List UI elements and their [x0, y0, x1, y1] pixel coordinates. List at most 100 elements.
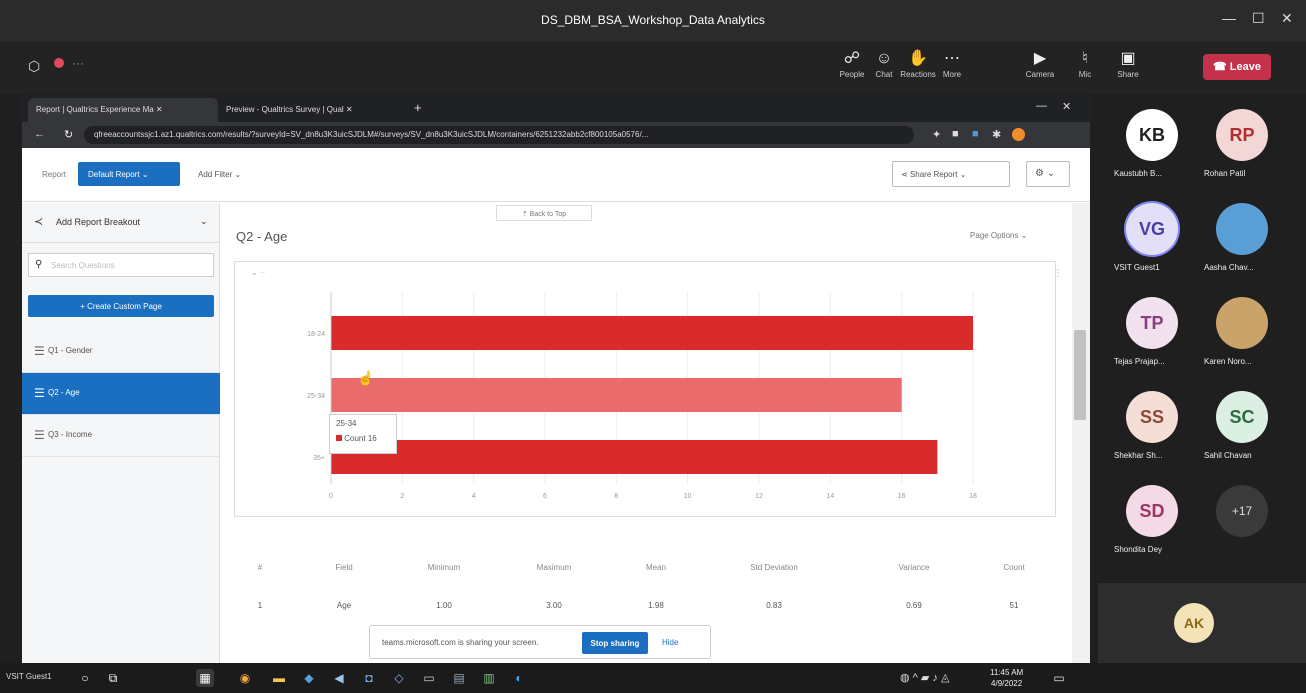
list-icon: ☰: [34, 386, 45, 400]
extension-icon[interactable]: ■: [952, 128, 959, 140]
address-bar[interactable]: qfreeaccountssjc1.az1.qualtrics.com/resu…: [84, 126, 914, 144]
edge-icon[interactable]: ◐: [510, 669, 528, 687]
question-item[interactable]: ☰ Q1 - Gender: [22, 331, 220, 373]
question-item[interactable]: ☰ Q2 - Age: [22, 373, 220, 415]
share-report-button[interactable]: ⋖ Share Report ⌄: [892, 161, 1010, 187]
participant-name: Karen Noro...: [1204, 357, 1252, 366]
more-button[interactable]: ⋯ More: [930, 48, 974, 79]
reload-icon[interactable]: ↻: [64, 128, 73, 141]
bar[interactable]: [331, 316, 973, 350]
legend-swatch: [336, 435, 342, 441]
app-icon[interactable]: ▥: [480, 669, 498, 687]
avatar[interactable]: +17: [1216, 485, 1268, 537]
y-tick-label: 18-24: [307, 331, 325, 338]
notification-icon[interactable]: ▭: [1050, 669, 1068, 687]
search-questions-input[interactable]: ⚲ Search Questions: [28, 253, 214, 277]
avatar[interactable]: SD: [1126, 485, 1178, 537]
task-view-icon[interactable]: ⧉: [104, 669, 122, 687]
back-icon[interactable]: ←: [34, 128, 45, 140]
minimize-icon[interactable]: —: [1036, 100, 1047, 112]
table-cell: 0.69: [906, 601, 922, 610]
x-tick-label: 4: [472, 493, 476, 500]
extension-icon[interactable]: ✦: [932, 128, 941, 141]
close-icon[interactable]: ✕: [1281, 10, 1293, 27]
phone-icon: ☎: [1213, 61, 1230, 73]
profile-icon[interactable]: [1012, 128, 1025, 141]
question-item[interactable]: ☰ Q3 - Income: [22, 415, 220, 457]
window-titlebar: DS_DBM_BSA_Workshop_Data Analytics — ☐ ✕: [0, 0, 1306, 42]
avatar-photo[interactable]: [1216, 203, 1268, 255]
folder-icon[interactable]: ▬: [270, 669, 288, 687]
kebab-icon[interactable]: ⋮: [1053, 268, 1063, 279]
self-view: AK: [1098, 583, 1306, 663]
chevron-down-icon: ⌄: [200, 216, 208, 226]
add-filter-button[interactable]: Add Filter ⌄: [198, 170, 241, 179]
scroll-thumb[interactable]: [1074, 330, 1086, 420]
close-icon[interactable]: ✕: [1062, 100, 1071, 113]
report-dropdown[interactable]: Default Report ⌄: [78, 162, 180, 186]
create-custom-page-button[interactable]: + Create Custom Page: [28, 295, 214, 317]
browser-tab[interactable]: Preview - Qualtrics Survey | Qual ✕: [218, 98, 408, 122]
avatar[interactable]: TP: [1126, 297, 1178, 349]
close-tab-icon[interactable]: ✕: [156, 105, 163, 114]
table-header: Maximum: [536, 563, 572, 572]
table-header: Field: [335, 563, 353, 572]
y-tick-label: 35+: [313, 455, 325, 462]
bar[interactable]: [331, 440, 938, 474]
collapse-icon[interactable]: ⌄ ··: [251, 268, 265, 277]
avatar[interactable]: RP: [1216, 109, 1268, 161]
stop-sharing-button[interactable]: Stop sharing: [582, 632, 648, 654]
avatar[interactable]: SC: [1216, 391, 1268, 443]
report-label: Report: [42, 170, 67, 179]
search-icon[interactable]: ○: [76, 669, 94, 687]
avatar[interactable]: SS: [1126, 391, 1178, 443]
close-tab-icon[interactable]: ✕: [346, 105, 353, 114]
list-icon: ☰: [34, 428, 45, 442]
app-icon[interactable]: ◘: [360, 669, 378, 687]
camera-button[interactable]: ▶ Camera: [1018, 48, 1062, 79]
tray-icons[interactable]: ◍ ^ ▰ ♪ ◬: [900, 671, 949, 684]
report-main: ⇡ Back to Top Q2 - Age Page Options ⌄ ⌄ …: [220, 203, 1072, 663]
new-tab-icon[interactable]: +: [414, 100, 422, 115]
share-notice-text: teams.microsoft.com is sharing your scre…: [382, 638, 539, 647]
participant-gallery: KB Kaustubh B... RP Rohan Patil VG VSIT Guest…: [1098, 95, 1306, 663]
avatar-photo[interactable]: [1216, 297, 1268, 349]
app-icon[interactable]: ▦: [196, 669, 214, 687]
x-tick-label: 8: [614, 493, 618, 500]
puzzle-icon[interactable]: ✱: [992, 128, 1001, 141]
app-icon[interactable]: ◀: [330, 669, 348, 687]
leave-button[interactable]: ☎ Leave: [1203, 54, 1271, 80]
hide-button[interactable]: Hide: [662, 638, 678, 647]
back-to-top-button[interactable]: ⇡ Back to Top: [496, 205, 592, 221]
list-icon: ☰: [34, 344, 45, 358]
more-icon: ⋯: [944, 50, 960, 67]
recording-icon: [54, 58, 64, 68]
bar[interactable]: [331, 378, 902, 412]
search-icon: ⚲: [35, 259, 43, 270]
clock[interactable]: 11:45 AM 4/9/2022: [990, 667, 1023, 689]
table-header: Mean: [645, 563, 666, 572]
app-icon[interactable]: ▭: [420, 669, 438, 687]
browser-tab[interactable]: Report | Qualtrics Experience Ma ✕: [28, 98, 218, 122]
participant-name: Rohan Patil: [1204, 169, 1246, 178]
shared-screen: Report | Qualtrics Experience Ma ✕ Previ…: [22, 95, 1090, 663]
avatar[interactable]: VG: [1126, 203, 1178, 255]
page-options-button[interactable]: Page Options ⌄: [970, 231, 1027, 240]
scrollbar[interactable]: [1072, 203, 1090, 663]
maximize-icon[interactable]: ☐: [1252, 10, 1265, 27]
add-report-breakout[interactable]: ≺ Add Report Breakout ⌄: [22, 203, 220, 243]
extension-icon[interactable]: ■: [972, 128, 979, 140]
app-icon[interactable]: ▤: [450, 669, 468, 687]
share-button[interactable]: ▣ Share: [1106, 48, 1150, 79]
minimize-icon[interactable]: —: [1222, 10, 1236, 26]
x-tick-label: 0: [329, 493, 333, 500]
window-title: DS_DBM_BSA_Workshop_Data Analytics: [541, 13, 765, 27]
gear-icon: ⚙: [1035, 168, 1044, 179]
app-icon[interactable]: ◆: [300, 669, 318, 687]
mic-button[interactable]: ♮ Mic: [1063, 48, 1107, 79]
settings-button[interactable]: ⚙ ⌄: [1026, 161, 1070, 187]
avatar[interactable]: KB: [1126, 109, 1178, 161]
y-tick-label: 25-34: [307, 393, 325, 400]
chrome-icon[interactable]: ◉: [236, 669, 254, 687]
app-icon[interactable]: ◇: [390, 669, 408, 687]
